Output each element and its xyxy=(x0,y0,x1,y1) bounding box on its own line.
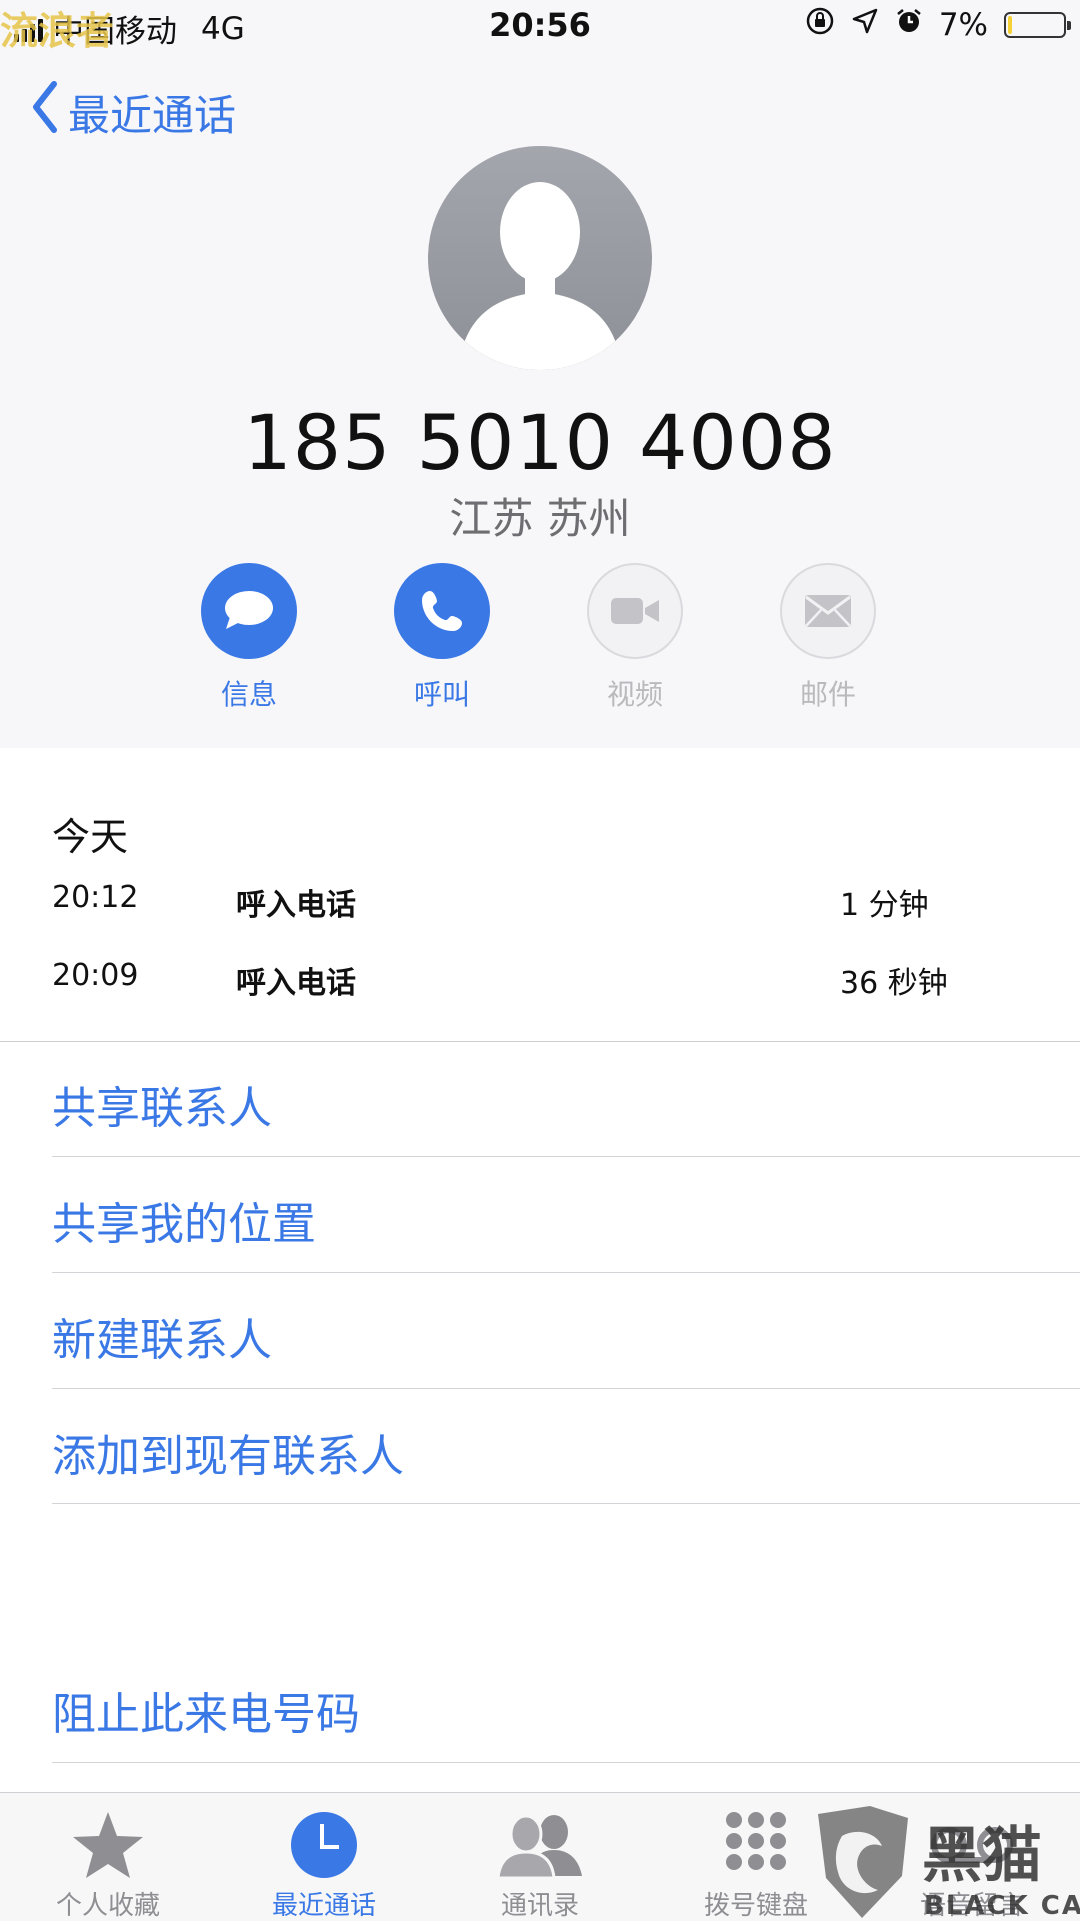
mail-label: 邮件 xyxy=(799,678,856,711)
location-arrow-icon xyxy=(851,7,879,43)
video-button[interactable]: 视频 xyxy=(565,563,705,713)
share-contact-option[interactable]: 共享联系人 xyxy=(52,1072,272,1136)
person-silhouette-icon xyxy=(458,182,622,370)
block-caller-option[interactable]: 阻止此来电号码 xyxy=(52,1678,360,1742)
tab-contacts[interactable]: 通讯录 xyxy=(450,1805,630,1922)
phone-number: 185 5010 4008 xyxy=(243,398,837,487)
share-location-option[interactable]: 共享我的位置 xyxy=(52,1188,316,1252)
video-label: 视频 xyxy=(606,678,663,711)
message-icon xyxy=(225,591,273,629)
avatar xyxy=(428,146,652,370)
call-time: 20:09 xyxy=(52,958,139,993)
status-right: 7% xyxy=(805,6,1071,44)
battery-icon xyxy=(1004,12,1071,38)
mail-button[interactable]: 邮件 xyxy=(758,563,898,713)
add-to-existing-contact-option[interactable]: 添加到现有联系人 xyxy=(52,1420,404,1484)
mail-icon xyxy=(805,595,851,627)
phone-icon xyxy=(422,591,462,631)
call-button[interactable]: 呼叫 xyxy=(372,563,512,713)
watermark-top-left: 流浪者 xyxy=(0,9,115,53)
chevron-left-icon xyxy=(30,80,60,144)
divider xyxy=(52,1762,1080,1763)
star-icon xyxy=(73,1812,143,1878)
divider xyxy=(52,1503,1080,1504)
call-history-row: 20:09 呼入电话 36 秒钟 xyxy=(0,958,1080,1001)
message-label: 信息 xyxy=(220,678,277,711)
call-time: 20:12 xyxy=(52,880,139,915)
new-contact-option[interactable]: 新建联系人 xyxy=(52,1304,272,1368)
message-button[interactable]: 信息 xyxy=(179,563,319,713)
video-icon xyxy=(611,598,659,624)
call-duration: 1 分钟 xyxy=(840,888,929,923)
back-label: 最近通话 xyxy=(68,90,237,140)
contacts-icon xyxy=(496,1814,582,1878)
divider xyxy=(52,1156,1080,1157)
tab-label: 通讯录 xyxy=(500,1891,579,1921)
svg-text:黑猫: 黑猫 xyxy=(922,1821,1042,1891)
back-button[interactable]: 最近通话 xyxy=(30,80,236,144)
call-type: 呼入电话 xyxy=(236,888,356,923)
call-label: 呼叫 xyxy=(413,678,470,711)
call-history-row: 20:12 呼入电话 1 分钟 xyxy=(0,880,1080,923)
divider xyxy=(0,1041,1080,1042)
tab-label: 最近通话 xyxy=(271,1891,376,1921)
alarm-icon xyxy=(895,7,923,43)
call-type: 呼入电话 xyxy=(236,966,356,1001)
battery-percent: 7% xyxy=(938,7,988,43)
contact-actions: 信息 呼叫 视频 邮件 xyxy=(0,563,1080,713)
blackcat-watermark-logo: 黑猫 BLACK CAT xyxy=(812,1806,1080,1921)
divider xyxy=(52,1388,1080,1389)
battery-level xyxy=(1008,16,1012,34)
keypad-icon xyxy=(726,1812,786,1870)
call-duration: 36 秒钟 xyxy=(840,966,948,1001)
status-bar: 中国移动 4G 20:56 7% xyxy=(0,0,1080,54)
tab-favorites[interactable]: 个人收藏 xyxy=(18,1805,198,1922)
clock-icon xyxy=(291,1812,357,1878)
caller-location: 江苏 苏州 xyxy=(449,494,631,543)
svg-text:BLACK CAT: BLACK CAT xyxy=(924,1891,1080,1920)
divider xyxy=(52,1272,1080,1273)
orientation-lock-icon xyxy=(805,6,835,44)
tab-recents[interactable]: 最近通话 xyxy=(234,1805,414,1922)
tab-label: 个人收藏 xyxy=(55,1891,160,1921)
history-date-heading: 今天 xyxy=(52,815,129,859)
